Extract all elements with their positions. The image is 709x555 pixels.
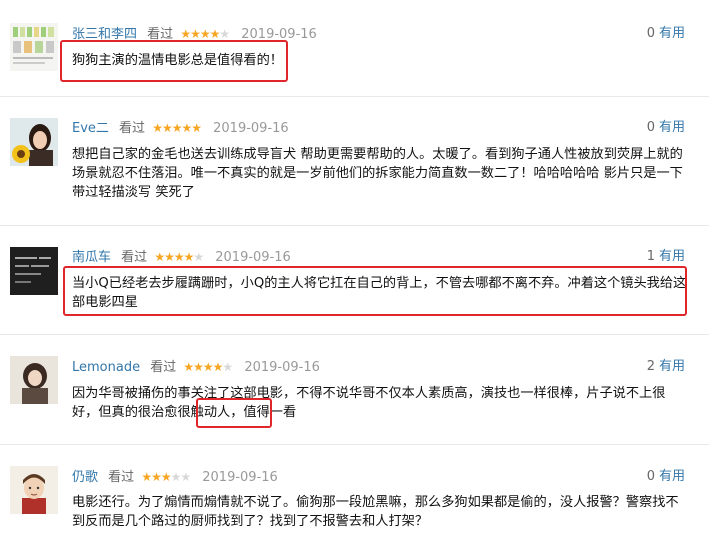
user-name-link[interactable]: Eve二 xyxy=(72,121,109,136)
highlight-box xyxy=(196,398,272,428)
useful-button[interactable]: 有用 xyxy=(659,26,685,41)
review-text: 电影还行。为了煽情而煽情就不说了。偷狗那一段尬黑嘛，那么多狗如果都是偷的，没人报… xyxy=(72,495,679,529)
review-date: 2019-09-16 xyxy=(244,360,320,375)
useful-vote: 1 有用 xyxy=(647,247,685,267)
useful-button[interactable]: 有用 xyxy=(659,249,685,264)
user-name-link[interactable]: 仍歌 xyxy=(72,470,98,485)
useful-vote: 2 有用 xyxy=(647,357,685,377)
user-name-link[interactable]: 南瓜车 xyxy=(72,250,111,265)
watched-label: 看过 xyxy=(150,360,177,375)
review-date: 2019-09-16 xyxy=(213,121,289,136)
review-meta: 南瓜车 看过 ★★★★★ 2019-09-16 xyxy=(72,247,291,267)
watched-label: 看过 xyxy=(121,250,148,265)
avatar[interactable] xyxy=(10,466,58,514)
watched-label: 看过 xyxy=(108,470,135,485)
user-name-link[interactable]: Lemonade xyxy=(72,360,140,375)
review-date: 2019-09-16 xyxy=(215,250,291,265)
rating-stars: ★★★★★ xyxy=(152,121,202,135)
rating-stars: ★★★★★ xyxy=(154,250,204,264)
divider xyxy=(0,334,709,335)
useful-button[interactable]: 有用 xyxy=(659,469,685,484)
review-meta: Eve二 看过 ★★★★★ 2019-09-16 xyxy=(72,118,289,138)
rating-stars: ★★★★★ xyxy=(180,27,230,41)
useful-vote: 0 有用 xyxy=(647,118,685,138)
useful-button[interactable]: 有用 xyxy=(659,359,685,374)
watched-label: 看过 xyxy=(119,121,146,136)
useful-count: 0 xyxy=(646,26,655,41)
highlight-box xyxy=(63,266,687,316)
review-date: 2019-09-16 xyxy=(202,470,278,485)
useful-count: 0 xyxy=(646,469,655,484)
review-meta: Lemonade 看过 ★★★★★ 2019-09-16 xyxy=(72,357,320,377)
useful-vote: 0 有用 xyxy=(647,467,685,487)
avatar[interactable] xyxy=(10,23,58,71)
divider xyxy=(0,225,709,226)
avatar[interactable] xyxy=(10,247,58,295)
useful-button[interactable]: 有用 xyxy=(659,120,685,135)
highlight-box xyxy=(60,40,288,82)
useful-count: 0 xyxy=(646,120,655,135)
divider xyxy=(0,96,709,97)
useful-count: 2 xyxy=(646,359,655,374)
avatar[interactable] xyxy=(10,118,58,166)
useful-count: 1 xyxy=(646,249,655,264)
useful-vote: 0 有用 xyxy=(647,24,685,44)
avatar[interactable] xyxy=(10,356,58,404)
rating-stars: ★★★★★ xyxy=(183,360,233,374)
review-text: 想把自己家的金毛也送去训练成导盲犬 帮助更需要帮助的人。太暖了。看到狗子通人性被… xyxy=(72,147,683,200)
rating-stars: ★★★★★ xyxy=(141,470,191,484)
review-meta: 仍歌 看过 ★★★★★ 2019-09-16 xyxy=(72,467,278,487)
review-text: 因为华哥被捅伤的事关注了这部电影，不得不说华哥不仅本人素质高，演技也一样很棒，片… xyxy=(72,386,666,420)
divider xyxy=(0,444,709,445)
